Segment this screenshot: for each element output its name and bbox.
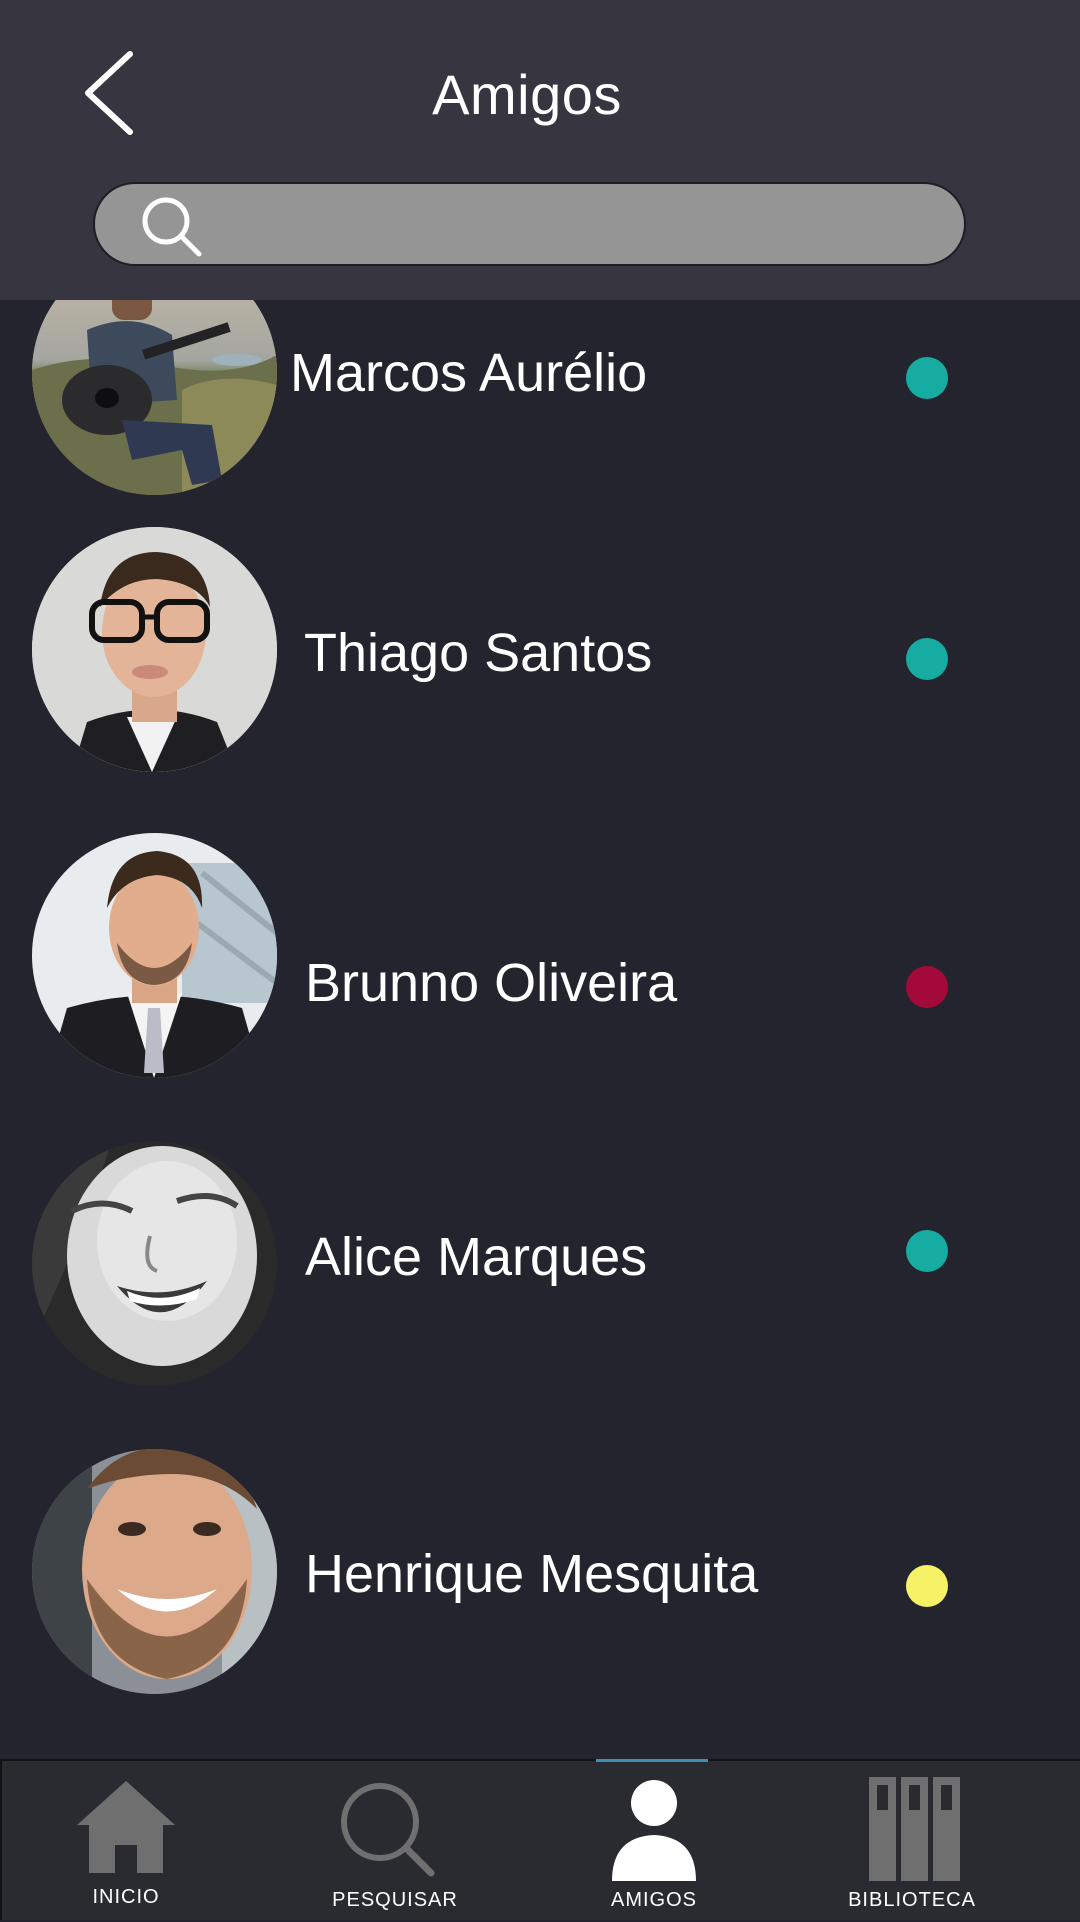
home-icon (77, 1781, 175, 1873)
status-indicator (906, 966, 948, 1008)
search-bar[interactable] (93, 182, 966, 266)
avatar (32, 1449, 277, 1694)
nav-label: PESQUISAR (332, 1889, 458, 1911)
status-indicator (906, 1565, 948, 1607)
nav-biblioteca[interactable]: BIBLIOTECA (812, 1761, 1012, 1922)
avatar (32, 833, 277, 1078)
friend-item-thiago[interactable]: Thiago Santos (0, 527, 1080, 777)
search-icon (142, 197, 202, 257)
avatar (32, 1141, 277, 1386)
search-icon (341, 1783, 435, 1877)
avatar (32, 527, 277, 772)
library-icon (869, 1777, 960, 1881)
friend-name: Marcos Aurélio (290, 343, 648, 403)
app-header: Amigos (0, 0, 1080, 300)
nav-label: BIBLIOTECA (848, 1889, 976, 1911)
friend-item-alice[interactable]: Alice Marques (0, 1141, 1080, 1391)
status-indicator (906, 1230, 948, 1272)
page-title: Amigos (432, 63, 622, 126)
friend-name: Brunno Oliveira (305, 953, 678, 1013)
friend-item-brunno[interactable]: Brunno Oliveira (0, 833, 1080, 1083)
nav-amigos[interactable]: AMIGOS (554, 1761, 754, 1922)
friend-name: Alice Marques (305, 1227, 648, 1287)
nav-label: INICIO (92, 1886, 160, 1908)
status-indicator (906, 357, 948, 399)
nav-label: AMIGOS (610, 1889, 697, 1911)
friend-name: Thiago Santos (304, 623, 653, 683)
user-icon (612, 1780, 696, 1881)
bottom-nav: INICIO PESQUISAR AMIGOS BIBLIOTECA (0, 1759, 1080, 1920)
status-indicator (906, 638, 948, 680)
nav-pesquisar[interactable]: PESQUISAR (295, 1761, 495, 1922)
friend-name: Henrique Mesquita (305, 1544, 759, 1604)
nav-inicio[interactable]: INICIO (26, 1761, 226, 1922)
search-input[interactable] (225, 184, 929, 266)
friend-item-henrique[interactable]: Henrique Mesquita (0, 1449, 1080, 1699)
